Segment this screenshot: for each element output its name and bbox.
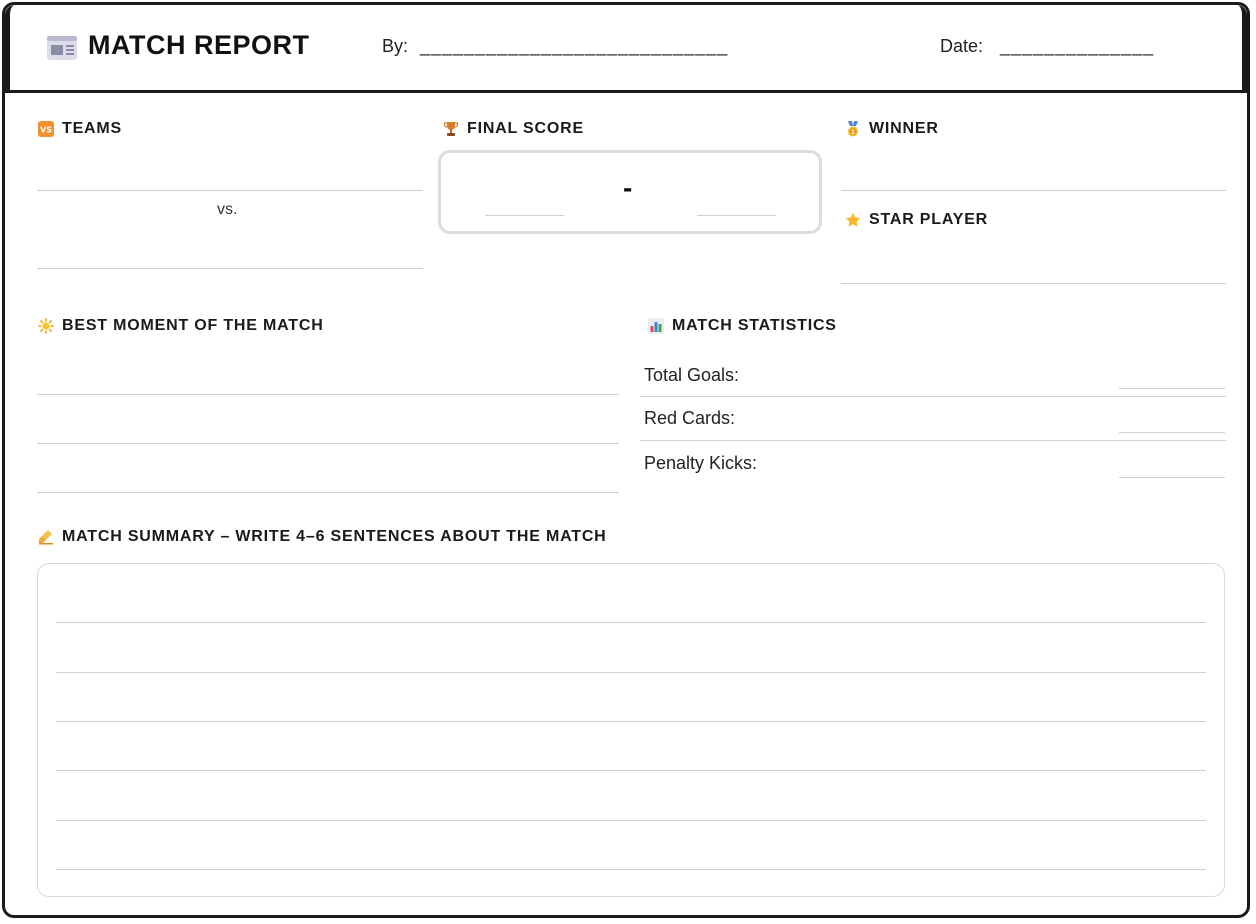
star-player-label: STAR PLAYER	[869, 211, 989, 228]
away-score-field[interactable]	[697, 215, 776, 216]
by-label: By:	[382, 36, 409, 56]
summary-line-4	[56, 770, 1206, 771]
winner-heading: 1 WINNER	[845, 120, 939, 138]
match-statistics-heading: MATCH STATISTICS	[648, 317, 837, 335]
bar-chart-icon	[648, 318, 664, 334]
final-score-heading: FINAL SCORE	[443, 120, 584, 138]
star-icon	[845, 212, 861, 227]
total-goals-field[interactable]	[1119, 388, 1225, 389]
by-field[interactable]: ____________________________	[420, 36, 728, 57]
team-one-line[interactable]	[37, 190, 423, 191]
sun-icon	[38, 318, 54, 334]
home-score-field[interactable]	[485, 215, 564, 216]
winner-line[interactable]	[841, 190, 1226, 191]
teams-label: TEAMS	[62, 120, 122, 137]
stat-label-penalty-kicks: Penalty Kicks:	[644, 453, 758, 473]
match-summary-heading: MATCH SUMMARY – WRITE 4–6 SENTENCES ABOU…	[38, 528, 607, 546]
stat-label-total-goals: Total Goals:	[644, 365, 740, 385]
summary-line-2	[56, 672, 1206, 673]
vs-badge-icon: VS	[38, 121, 54, 137]
penalty-kicks-field[interactable]	[1119, 477, 1225, 478]
best-moment-label: BEST MOMENT OF THE MATCH	[62, 317, 324, 334]
stat-row-divider	[640, 440, 1226, 441]
match-summary-label: MATCH SUMMARY – WRITE 4–6 SENTENCES ABOU…	[62, 528, 607, 545]
writing-hand-icon	[39, 530, 53, 545]
match-statistics-label: MATCH STATISTICS	[672, 317, 837, 334]
best-moment-line-3[interactable]	[37, 492, 619, 493]
best-moment-line-1[interactable]	[37, 394, 619, 395]
svg-text:1: 1	[851, 129, 855, 136]
final-score-label: FINAL SCORE	[467, 120, 584, 137]
svg-text:VS: VS	[40, 126, 52, 135]
star-player-heading: STAR PLAYER	[845, 211, 988, 229]
date-field[interactable]: ______________	[1000, 36, 1154, 57]
summary-box[interactable]	[37, 563, 1225, 897]
winner-label: WINNER	[869, 120, 939, 137]
red-cards-field[interactable]	[1119, 432, 1225, 433]
date-label: Date:	[940, 36, 984, 56]
best-moment-heading: BEST MOMENT OF THE MATCH	[38, 317, 324, 335]
score-separator: -	[623, 172, 633, 203]
team-two-line[interactable]	[37, 268, 423, 269]
stat-row-divider	[640, 396, 1226, 397]
summary-line-1	[56, 622, 1206, 623]
best-moment-line-2[interactable]	[37, 443, 619, 444]
page-title: MATCH REPORT	[88, 30, 310, 60]
summary-line-6	[56, 869, 1206, 870]
summary-line-5	[56, 820, 1206, 821]
star-player-line[interactable]	[841, 283, 1226, 284]
teams-heading: VS TEAMS	[38, 120, 122, 138]
vs-text: vs.	[217, 201, 238, 218]
summary-line-3	[56, 721, 1206, 722]
stat-label-red-cards: Red Cards:	[644, 408, 736, 428]
trophy-icon	[443, 122, 459, 136]
medal-icon: 1	[848, 121, 858, 137]
newspaper-icon	[47, 36, 77, 60]
